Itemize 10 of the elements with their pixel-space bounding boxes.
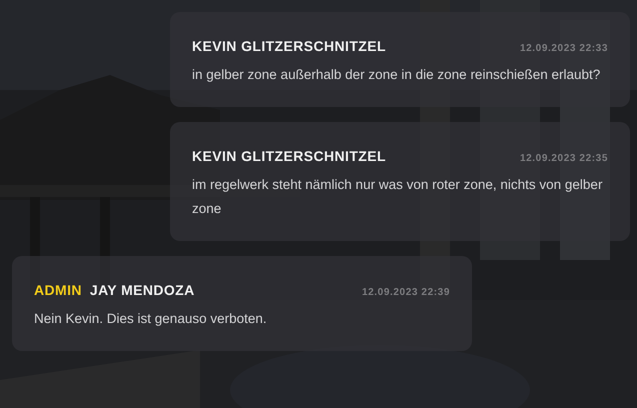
message-text: im regelwerk steht nämlich nur was von roter zone, nichts von gelber zone: [192, 176, 604, 218]
message-text: in gelber zone außerhalb der zone in die zone reinschießen erlaubt?: [192, 66, 602, 84]
timestamp: 12.09.2023 22:33: [520, 43, 608, 54]
timestamp: 12.09.2023 22:39: [362, 287, 450, 298]
author-name: KEVIN GLITZERSCHNITZEL: [192, 38, 386, 54]
message-text: Nein Kevin. Dies ist genauso verboten.: [34, 310, 268, 328]
author-name: KEVIN GLITZERSCHNITZEL: [192, 148, 386, 164]
timestamp: 12.09.2023 22:35: [520, 153, 608, 164]
author-name: JAY MENDOZA: [90, 282, 195, 298]
role-label: ADMIN: [34, 282, 82, 298]
